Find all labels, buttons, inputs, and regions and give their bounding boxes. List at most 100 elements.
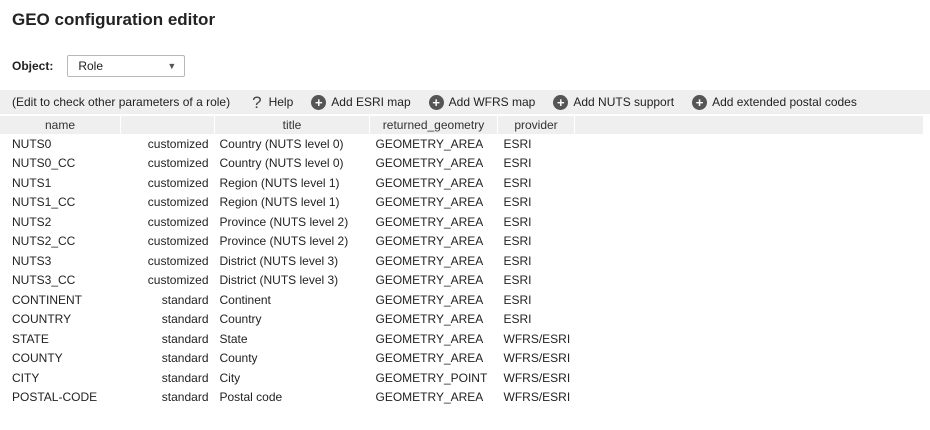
object-select[interactable]: Role ▼ bbox=[67, 55, 186, 77]
add-esri-map-label: Add ESRI map bbox=[331, 95, 411, 109]
cell-type: customized bbox=[147, 253, 209, 268]
column-header-type[interactable] bbox=[120, 116, 215, 134]
cell-title: Postal code bbox=[219, 390, 283, 405]
cell-filler bbox=[575, 212, 924, 232]
table-row[interactable]: NUTS2_CC customized Province (NUTS level 2… bbox=[0, 232, 924, 252]
table-body: NUTS0 customized Country (NUTS level 0) GEO… bbox=[0, 134, 924, 407]
cell-title: Region (NUTS level 1) bbox=[219, 175, 340, 190]
cell-title: Continent bbox=[219, 292, 271, 307]
chevron-down-icon: ▼ bbox=[167, 61, 177, 71]
roles-table: name title returned_geometry provider NU… bbox=[0, 116, 924, 407]
table-row[interactable]: COUNTRY standard Country GEOMETRY_AREA ESRI bbox=[0, 310, 924, 330]
cell-title: Country bbox=[219, 312, 262, 327]
add-nuts-support-button[interactable]: + Add NUTS support bbox=[553, 94, 675, 110]
table-row[interactable]: NUTS3_CC customized District (NUTS level 3… bbox=[0, 271, 924, 291]
add-nuts-support-label: Add NUTS support bbox=[573, 95, 675, 109]
cell-name: CITY bbox=[12, 370, 40, 385]
toolbar-hint: (Edit to check other parameters of a rol… bbox=[12, 95, 231, 109]
column-header-filler bbox=[574, 116, 924, 134]
table-row[interactable]: NUTS2 customized Province (NUTS level 2) GE… bbox=[0, 212, 924, 232]
cell-type: customized bbox=[147, 273, 209, 288]
help-button[interactable]: ? Help bbox=[252, 94, 293, 111]
column-header-provider[interactable]: provider bbox=[497, 116, 575, 134]
cell-title: Province (NUTS level 2) bbox=[219, 214, 349, 229]
cell-provider: WFRS/ESRI bbox=[503, 370, 571, 385]
cell-title: Country (NUTS level 0) bbox=[219, 136, 344, 151]
cell-returned-geometry: GEOMETRY_AREA bbox=[375, 175, 484, 190]
cell-title: County bbox=[219, 351, 258, 366]
cell-type: standard bbox=[161, 351, 209, 366]
cell-type: customized bbox=[147, 175, 209, 190]
cell-provider: ESRI bbox=[503, 234, 532, 249]
cell-returned-geometry: GEOMETRY_AREA bbox=[375, 253, 484, 268]
add-wfrs-map-button[interactable]: + Add WFRS map bbox=[428, 94, 536, 110]
cell-name: COUNTY bbox=[12, 351, 63, 366]
cell-name: STATE bbox=[12, 331, 49, 346]
add-esri-map-button[interactable]: + Add ESRI map bbox=[311, 94, 411, 110]
object-selector-row: Object: Role ▼ bbox=[12, 54, 186, 78]
cell-returned-geometry: GEOMETRY_AREA bbox=[375, 273, 484, 288]
table-row[interactable]: POSTAL-CODE standard Postal code GEOMETRY_A… bbox=[0, 388, 924, 408]
cell-filler bbox=[575, 388, 924, 408]
cell-type: customized bbox=[147, 195, 209, 210]
cell-filler bbox=[575, 251, 924, 271]
cell-returned-geometry: GEOMETRY_AREA bbox=[375, 351, 484, 366]
table-row[interactable]: NUTS0 customized Country (NUTS level 0) GEO… bbox=[0, 134, 924, 154]
table-row[interactable]: STATE standard State GEOMETRY_AREA WFRS/ESRI bbox=[0, 329, 924, 349]
cell-title: District (NUTS level 3) bbox=[219, 273, 339, 288]
plus-circle-icon: + bbox=[692, 94, 708, 110]
cell-returned-geometry: GEOMETRY_AREA bbox=[375, 292, 484, 307]
table-row[interactable]: CONTINENT standard Continent GEOMETRY_AREA E… bbox=[0, 290, 924, 310]
cell-filler bbox=[575, 173, 924, 193]
cell-provider: ESRI bbox=[503, 195, 532, 210]
cell-returned-geometry: GEOMETRY_AREA bbox=[375, 156, 484, 171]
cell-name: NUTS0 bbox=[12, 136, 52, 151]
plus-circle-icon: + bbox=[553, 94, 569, 110]
column-header-returned-geometry[interactable]: returned_geometry bbox=[369, 116, 498, 134]
cell-provider: ESRI bbox=[503, 312, 532, 327]
page-title: GEO configuration editor bbox=[12, 10, 216, 29]
cell-returned-geometry: GEOMETRY_AREA bbox=[375, 331, 484, 346]
cell-returned-geometry: GEOMETRY_AREA bbox=[375, 234, 484, 249]
cell-title: Province (NUTS level 2) bbox=[219, 234, 349, 249]
cell-name: NUTS3_CC bbox=[12, 273, 76, 288]
cell-returned-geometry: GEOMETRY_AREA bbox=[375, 390, 484, 405]
cell-type: standard bbox=[161, 331, 209, 346]
cell-provider: ESRI bbox=[503, 273, 532, 288]
cell-filler bbox=[575, 271, 924, 291]
table-row[interactable]: NUTS3 customized District (NUTS level 3) GE… bbox=[0, 251, 924, 271]
table-row[interactable]: NUTS1 customized Region (NUTS level 1) GEOM… bbox=[0, 173, 924, 193]
add-wfrs-map-label: Add WFRS map bbox=[448, 95, 536, 109]
table-row[interactable]: NUTS1_CC customized Region (NUTS level 1) G… bbox=[0, 193, 924, 213]
add-extended-postal-codes-button[interactable]: + Add extended postal codes bbox=[692, 94, 857, 110]
cell-type: standard bbox=[161, 312, 209, 327]
cell-provider: WFRS/ESRI bbox=[503, 390, 571, 405]
object-label: Object: bbox=[12, 59, 54, 73]
question-mark-icon: ? bbox=[252, 92, 262, 112]
cell-type: standard bbox=[161, 370, 209, 385]
cell-type: customized bbox=[147, 234, 209, 249]
table-header-row: name title returned_geometry provider bbox=[0, 116, 924, 134]
table-row[interactable]: CITY standard City GEOMETRY_POINT WFRS/ESRI bbox=[0, 368, 924, 388]
object-select-value: Role bbox=[78, 59, 104, 73]
add-extended-postal-codes-label: Add extended postal codes bbox=[712, 95, 857, 109]
cell-type: standard bbox=[161, 292, 209, 307]
table-row[interactable]: NUTS0_CC customized Country (NUTS level 0)… bbox=[0, 154, 924, 174]
cell-type: customized bbox=[147, 136, 209, 151]
cell-name: NUTS2_CC bbox=[12, 234, 76, 249]
column-header-title[interactable]: title bbox=[214, 116, 370, 134]
cell-filler bbox=[575, 290, 924, 310]
cell-filler bbox=[575, 154, 924, 174]
column-header-name[interactable]: name bbox=[0, 116, 121, 134]
cell-filler bbox=[575, 349, 924, 369]
cell-title: City bbox=[219, 370, 241, 385]
cell-provider: ESRI bbox=[503, 175, 532, 190]
cell-filler bbox=[575, 232, 924, 252]
cell-name: COUNTRY bbox=[12, 312, 72, 327]
table-row[interactable]: COUNTY standard County GEOMETRY_AREA WFRS/ES… bbox=[0, 349, 924, 369]
cell-provider: ESRI bbox=[503, 156, 532, 171]
cell-returned-geometry: GEOMETRY_AREA bbox=[375, 214, 484, 229]
cell-title: Region (NUTS level 1) bbox=[219, 195, 340, 210]
cell-provider: ESRI bbox=[503, 253, 532, 268]
cell-type: customized bbox=[147, 156, 209, 171]
